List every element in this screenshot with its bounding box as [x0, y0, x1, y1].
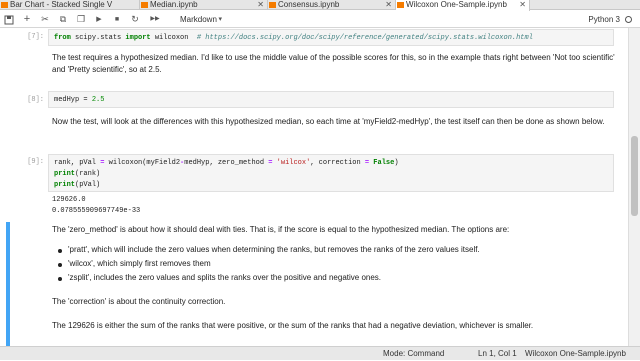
notebook-icon: [141, 2, 148, 8]
kernel-status-icon: [625, 16, 632, 23]
add-cell-icon[interactable]: +: [20, 13, 34, 26]
code-token: wilcoxon(myField2: [104, 159, 181, 167]
code-cell[interactable]: rank, pVal = wilcoxon(myField2-medHyp, z…: [48, 154, 614, 192]
code-number: 2.5: [91, 96, 105, 104]
tab-label: Wilcoxon One-Sample.ipynb: [406, 0, 507, 9]
restart-icon[interactable]: ↻: [128, 13, 142, 26]
code-token: (rank): [75, 170, 101, 178]
close-icon[interactable]: ✕: [385, 0, 392, 10]
run-icon[interactable]: ▶: [92, 13, 106, 26]
code-builtin: print: [54, 181, 76, 189]
status-file-name: Wilcoxon One-Sample.ipynb: [525, 349, 626, 358]
markdown-paragraph: The 'zero_method' is about how it should…: [52, 225, 510, 234]
code-token: rank, pVal: [54, 159, 101, 167]
tab-label: Consensus.ipynb: [278, 0, 340, 9]
code-keyword: False: [373, 159, 395, 167]
chevron-down-icon: ▾: [218, 16, 222, 23]
code-builtin: print: [54, 170, 76, 178]
status-cursor-position: Ln 1, Col 1: [478, 349, 517, 358]
paste-icon[interactable]: ❐: [74, 13, 88, 26]
code-token: wilcoxon: [150, 34, 197, 42]
notebook-icon: [397, 2, 404, 8]
close-icon[interactable]: ✕: [519, 0, 526, 10]
restart-run-all-icon[interactable]: ▶▶: [146, 13, 164, 26]
code-token: medHyp, zero_method: [184, 159, 269, 167]
code-cell[interactable]: from scipy.stats import wilcoxon # https…: [48, 29, 614, 46]
list-item: 'zsplit', includes the zero values and s…: [68, 273, 382, 282]
bullet-icon: [58, 277, 62, 281]
code-token: medHyp =: [54, 96, 92, 104]
code-string: 'wilcox': [276, 159, 311, 167]
code-token: import: [125, 34, 151, 42]
bullet-icon: [58, 249, 62, 253]
cell-output-line: 0.078555909697749e-33: [52, 207, 141, 215]
code-token: scipy.stats: [70, 34, 126, 42]
cell-type-value: Markdown: [180, 15, 217, 24]
notebook-toolbar: + ✂ ⧉ ❐ ▶ ■ ↻ ▶▶ Markdown ▾ Python 3: [0, 11, 640, 28]
markdown-paragraph: Now the test, will look at the differenc…: [52, 117, 605, 126]
tab-wilcoxon[interactable]: Wilcoxon One-Sample.ipynb ✕: [396, 0, 530, 11]
markdown-paragraph: The 'correction' is about the continuity…: [52, 297, 226, 306]
tab-bar: Bar Chart - Stacked Single V Median.ipyn…: [0, 0, 640, 11]
cell-type-select[interactable]: Markdown ▾: [172, 13, 224, 26]
tab-label: Median.ipynb: [150, 0, 198, 9]
status-bar: Mode: Command Ln 1, Col 1 Wilcoxon One-S…: [0, 346, 640, 360]
notebook-icon: [269, 2, 276, 8]
cut-icon[interactable]: ✂: [38, 13, 52, 26]
code-token: , correction: [310, 159, 365, 167]
markdown-paragraph: The 129626 is either the sum of the rank…: [52, 321, 534, 330]
notebook-panel: [7]: from scipy.stats import wilcoxon # …: [0, 28, 628, 346]
tab-consensus[interactable]: Consensus.ipynb ✕: [268, 0, 396, 10]
save-icon[interactable]: [2, 13, 16, 26]
code-token: (pVal): [75, 181, 101, 189]
code-comment: # https://docs.scipy.org/doc/scipy/refer…: [196, 34, 533, 42]
notebook-icon: [1, 2, 8, 8]
cell-output-line: 129626.0: [52, 196, 86, 204]
code-token: from: [54, 34, 71, 42]
tab-label: Bar Chart - Stacked Single V: [10, 0, 113, 9]
status-mode: Mode: Command: [383, 349, 445, 358]
code-token: ): [394, 159, 399, 167]
copy-icon[interactable]: ⧉: [56, 13, 70, 26]
cell-prompt: [7]:: [27, 33, 44, 41]
tab-bar-chart[interactable]: Bar Chart - Stacked Single V: [0, 0, 140, 10]
scrollbar-thumb[interactable]: [631, 136, 638, 216]
list-item: 'wilcox', which simply first removes the…: [68, 259, 211, 268]
kernel-indicator[interactable]: Python 3: [570, 13, 632, 26]
cell-prompt: [8]:: [27, 96, 44, 104]
vertical-scrollbar[interactable]: [628, 28, 640, 346]
cell-prompt: [9]:: [27, 158, 44, 166]
list-item: 'pratt', which will include the zero val…: [68, 245, 480, 254]
markdown-paragraph: The test requires a hypothesized median.…: [52, 53, 615, 74]
active-cell-indicator: [6, 222, 10, 346]
stop-icon[interactable]: ■: [110, 13, 124, 26]
tab-median[interactable]: Median.ipynb ✕: [140, 0, 268, 10]
kernel-name: Python 3: [588, 15, 620, 24]
bullet-icon: [58, 263, 62, 267]
code-cell[interactable]: medHyp = 2.5: [48, 91, 614, 108]
close-icon[interactable]: ✕: [257, 0, 264, 10]
